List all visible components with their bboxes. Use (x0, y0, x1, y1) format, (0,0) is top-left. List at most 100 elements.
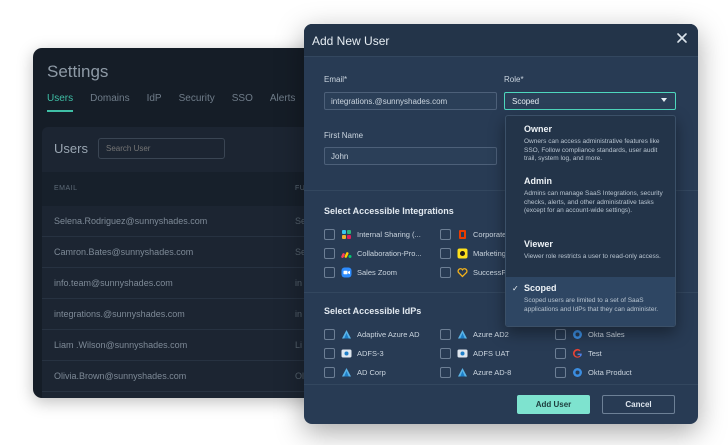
checkbox[interactable] (324, 366, 335, 378)
zoom-icon (341, 267, 352, 278)
okta-icon (572, 367, 583, 378)
tab-domains[interactable]: Domains (90, 93, 129, 112)
checkbox[interactable] (324, 266, 335, 278)
slack-icon (341, 229, 352, 240)
checkbox[interactable] (324, 328, 335, 340)
row-email: integrations.@sunnyshades.com (54, 309, 185, 319)
integration-item[interactable]: Collaboration-Pro... (324, 246, 422, 260)
azure-icon (457, 329, 468, 340)
checkbox[interactable] (440, 328, 451, 340)
checkbox[interactable] (440, 366, 451, 378)
adfs-icon (341, 348, 352, 359)
option-description: Scoped users are limited to a set of Saa… (524, 297, 659, 313)
integration-label: Internal Sharing (... (357, 229, 421, 239)
idp-label: Test (588, 348, 602, 358)
adfs-icon (457, 348, 468, 359)
integration-label: Sales Zoom (357, 267, 398, 277)
idp-item[interactable]: Adaptive Azure AD (324, 327, 420, 341)
row-name: in (295, 309, 303, 319)
heart-icon (457, 267, 468, 278)
option-title: Owner (524, 124, 553, 134)
checkbox[interactable] (440, 228, 451, 240)
check-icon: ✓ (512, 284, 519, 293)
cancel-button[interactable]: Cancel (602, 395, 675, 414)
option-description: Admins can manage SaaS Integrations, sec… (524, 190, 663, 214)
footer-divider (304, 384, 698, 385)
idp-label: Adaptive Azure AD (357, 329, 420, 339)
integration-item[interactable]: Internal Sharing (... (324, 227, 421, 241)
integrations-title: Select Accessible Integrations (324, 206, 454, 216)
idp-item[interactable]: Azure AD2 (440, 327, 509, 341)
role-option-owner[interactable]: Owner Owners can access administrative f… (506, 116, 675, 166)
first-name-field[interactable] (324, 147, 497, 165)
integration-label: Corporate (473, 229, 507, 239)
checkbox[interactable] (555, 347, 566, 359)
tab-security[interactable]: Security (179, 93, 215, 112)
row-email: Camron.Bates@sunnyshades.com (54, 247, 194, 257)
checkbox[interactable] (440, 347, 451, 359)
integration-item[interactable]: Corporate (440, 227, 506, 241)
add-user-button[interactable]: Add User (517, 395, 590, 414)
first-name-label: First Name (324, 131, 364, 140)
row-name: Li (295, 340, 303, 350)
idp-label: AD Corp (357, 367, 386, 377)
option-title: Admin (524, 176, 552, 186)
idp-item[interactable]: Okta Product (555, 365, 632, 379)
office-icon (457, 229, 468, 240)
checkbox[interactable] (440, 266, 451, 278)
row-email: Olivia.Brown@sunnyshades.com (54, 371, 187, 381)
checkbox[interactable] (324, 247, 335, 259)
integration-label: Marketing (473, 248, 506, 258)
row-name: Ol (295, 371, 304, 381)
row-email: info.team@sunnyshades.com (54, 278, 173, 288)
idp-label: ADFS-3 (357, 348, 384, 358)
users-heading: Users (54, 141, 88, 156)
checkbox[interactable] (324, 228, 335, 240)
role-label: Role* (504, 75, 524, 84)
row-email: Liam .Wilson@sunnyshades.com (54, 340, 188, 350)
integration-item[interactable]: Marketing (440, 246, 506, 260)
idp-label: Okta Sales (588, 329, 625, 339)
role-select[interactable]: Scoped (504, 92, 676, 110)
idp-label: Azure AD2 (473, 329, 509, 339)
checkbox[interactable] (324, 347, 335, 359)
row-name: in (295, 278, 303, 288)
idp-label: Azure AD-8 (473, 367, 512, 377)
role-option-viewer[interactable]: Viewer Viewer role restricts a user to r… (506, 231, 675, 277)
option-description: Viewer role restricts a user to read-onl… (524, 253, 661, 260)
modal-title: Add New User (312, 34, 390, 48)
tab-alerts[interactable]: Alerts (270, 93, 296, 112)
role-option-scoped[interactable]: ✓ Scoped Scoped users are limited to a s… (506, 277, 675, 326)
integration-label: SuccessF (473, 267, 506, 277)
idp-item[interactable]: AD Corp (324, 365, 386, 379)
integration-label: Collaboration-Pro... (357, 248, 422, 258)
tab-sso[interactable]: SSO (232, 93, 253, 112)
idps-title: Select Accessible IdPs (324, 306, 422, 316)
role-dropdown-menu: Owner Owners can access administrative f… (505, 115, 676, 327)
tab-users[interactable]: Users (47, 93, 74, 112)
idp-item[interactable]: Okta Sales (555, 327, 625, 341)
idp-item[interactable]: Test (555, 346, 602, 360)
tab-idp[interactable]: IdP (147, 93, 162, 112)
role-option-admin[interactable]: Admin Admins can manage SaaS Integration… (506, 169, 675, 229)
option-title: Viewer (524, 239, 553, 249)
idp-item[interactable]: Azure AD-8 (440, 365, 511, 379)
google-icon (572, 348, 583, 359)
row-email: Selena.Rodriguez@sunnyshades.com (54, 216, 208, 226)
okta-icon (572, 329, 583, 340)
checkbox[interactable] (555, 328, 566, 340)
idp-item[interactable]: ADFS UAT (440, 346, 510, 360)
email-label: Email* (324, 75, 348, 84)
integration-item[interactable]: SuccessF (440, 265, 506, 279)
integration-item[interactable]: Sales Zoom (324, 265, 397, 279)
close-icon[interactable] (674, 32, 690, 48)
monday-icon (341, 248, 352, 259)
search-user-input[interactable] (98, 138, 225, 159)
email-field[interactable] (324, 92, 497, 110)
idp-item[interactable]: ADFS-3 (324, 346, 384, 360)
azure-icon (341, 367, 352, 378)
caret-down-icon (661, 98, 667, 102)
idp-label: ADFS UAT (473, 348, 510, 358)
checkbox[interactable] (555, 366, 566, 378)
checkbox[interactable] (440, 247, 451, 259)
